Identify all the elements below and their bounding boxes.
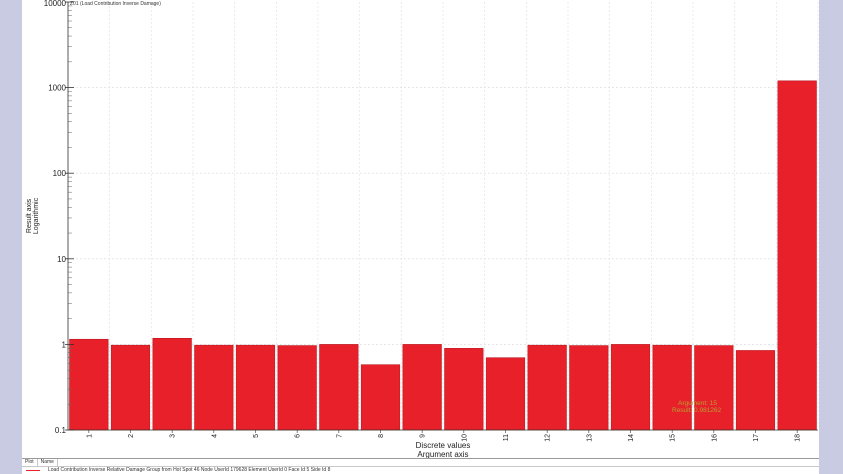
legend-header: Plot Name bbox=[22, 459, 819, 467]
y-tick-label: 10000 bbox=[44, 0, 67, 8]
bar-3[interactable] bbox=[152, 337, 192, 431]
y-tick-label: 1 bbox=[62, 340, 67, 349]
legend-col-name: Name bbox=[38, 459, 58, 466]
annotation-argument: Argument: 15 bbox=[678, 400, 717, 407]
legend-col-plot: Plot bbox=[22, 459, 38, 466]
bar-14[interactable] bbox=[610, 344, 651, 431]
bar-17[interactable] bbox=[735, 350, 776, 431]
bar-5[interactable] bbox=[235, 344, 276, 431]
x-tick-label: 1 bbox=[86, 434, 93, 438]
bar-10[interactable] bbox=[444, 348, 484, 431]
x-tick-label: 9 bbox=[420, 434, 427, 438]
bar-7[interactable] bbox=[319, 344, 359, 431]
y-tick-label: 10 bbox=[57, 255, 66, 264]
bar-2[interactable] bbox=[110, 344, 151, 431]
y-axis-label: Result axis bbox=[26, 198, 33, 233]
x-axis-label: Discrete values bbox=[416, 441, 471, 450]
legend-row[interactable]: Load Contribution Inverse Relative Damag… bbox=[22, 467, 819, 474]
bar-15[interactable] bbox=[652, 344, 692, 431]
x-tick-label: 8 bbox=[378, 434, 385, 438]
legend-table: Plot Name Load Contribution Inverse Rela… bbox=[22, 458, 819, 474]
x-tick-label: 3 bbox=[170, 434, 177, 438]
x-tick-label: 5 bbox=[253, 434, 260, 438]
series-title: Z01 (Load Contribution Inverse Damage) bbox=[70, 1, 161, 7]
bar-11[interactable] bbox=[485, 357, 526, 431]
x-tick-label: 13 bbox=[586, 434, 593, 442]
bar-1[interactable] bbox=[69, 338, 109, 431]
x-tick-label: 14 bbox=[628, 434, 635, 442]
bar-8[interactable] bbox=[360, 364, 401, 431]
legend-swatch bbox=[26, 470, 40, 471]
bar-16[interactable] bbox=[694, 345, 734, 431]
y-tick-label: 0.1 bbox=[55, 426, 67, 435]
x-tick-label: 17 bbox=[753, 434, 760, 442]
bar-chart: 0.11101001000100001 2 3 4 5 6 7 8 9 10 11 12 13 14 15 1… bbox=[26, 0, 819, 459]
x-tick-label: 16 bbox=[711, 434, 718, 442]
x-tick-label: 7 bbox=[336, 434, 343, 438]
y-axis-label-secondary: Logarithmic bbox=[33, 197, 40, 234]
bar-6[interactable] bbox=[277, 345, 317, 431]
x-tick-label: 18 bbox=[795, 434, 802, 442]
x-tick-label: 6 bbox=[295, 434, 302, 438]
x-tick-label: 2 bbox=[128, 434, 135, 438]
bar-4[interactable] bbox=[194, 344, 234, 431]
x-tick-label: 15 bbox=[670, 434, 677, 442]
bar-18[interactable] bbox=[777, 80, 817, 431]
x-tick-label: 4 bbox=[211, 434, 218, 438]
bar-12[interactable] bbox=[527, 344, 567, 431]
bar-9[interactable] bbox=[402, 344, 442, 431]
x-tick-label: 12 bbox=[545, 434, 552, 442]
legend-entry: Load Contribution Inverse Relative Damag… bbox=[48, 467, 331, 473]
annotation-result: Result: 0.981262 bbox=[672, 407, 722, 414]
y-tick-label: 100 bbox=[53, 169, 67, 178]
bar-13[interactable] bbox=[569, 345, 609, 431]
x-tick-label: 11 bbox=[503, 434, 510, 441]
y-tick-label: 1000 bbox=[48, 84, 66, 93]
